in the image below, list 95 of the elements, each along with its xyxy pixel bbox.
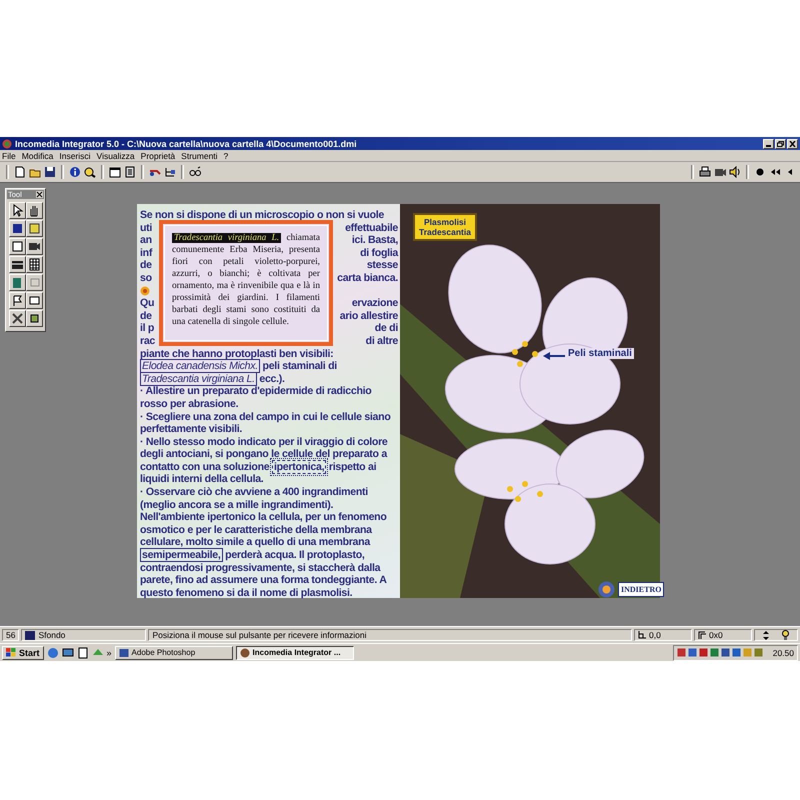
more-button[interactable]: » — [106, 648, 112, 658]
hand-icon[interactable] — [26, 202, 43, 219]
menu-item[interactable]: Modifica — [22, 150, 54, 160]
body-paragraph: · Allestire un preparato d'epidermide di radicchio rosso per abrasione. — [140, 385, 372, 410]
photo-title-label: Plasmolisi Tradescantia — [413, 213, 477, 241]
callout-label: Peli staminali — [566, 348, 634, 359]
body-paragraph: · Scegliere una zona del campo in cui le cellule siano perfettamente visibili. — [140, 410, 392, 436]
body-text: di altre — [366, 334, 398, 348]
body-text: an — [140, 234, 152, 247]
body-text: effettuabile — [345, 222, 398, 234]
page-number: 56 — [6, 630, 16, 640]
clock: 20.50 — [772, 648, 794, 658]
hyperlink[interactable]: ipertonica, — [272, 460, 326, 474]
body-text: de — [140, 259, 152, 272]
hyperlink[interactable]: semipermeabile, — [140, 548, 223, 562]
layer-swatch-icon — [25, 630, 36, 640]
body-text: stesse — [366, 259, 398, 272]
spin-arrows-icon[interactable] — [763, 630, 769, 640]
popup-text: Tradescantia virginiana L. chiamata comunemente Erba Miseria, presenta fiori con petali violetto-porpurei, azzurri, o bianchi; è coltivata per ornamento, ma è rinvenibile qua e là in prossimità dei giardini. I filamenti barbati degli stami sono costituiti da una catenella di singole cellule. — [172, 232, 320, 328]
pointer-icon[interactable] — [9, 202, 26, 219]
body-text: ario allestire — [340, 310, 398, 322]
record-icon[interactable] — [754, 166, 766, 178]
info-icon[interactable] — [69, 166, 81, 178]
body-paragraph: · Nello stesso modo indicato per il viraggio di colore degli antociani, si pongano le cellule del preparato a contatto con una soluzione ipertonica, rispetto ai liquidi interni della cellula. — [140, 436, 389, 486]
body-text: so — [140, 272, 152, 285]
grid-icon[interactable] — [26, 256, 43, 273]
body-text: Qu — [140, 297, 154, 310]
body-text: de di — [374, 322, 398, 335]
printer-icon[interactable] — [699, 166, 711, 178]
body-text: Se non si dispone di un microscopio o non si vuole — [140, 209, 385, 222]
video-icon[interactable] — [26, 238, 43, 255]
page-icon[interactable] — [124, 166, 136, 178]
body-text: rac — [140, 334, 156, 348]
taskbar-button[interactable]: Adobe Photoshop — [114, 646, 233, 660]
body-paragraph: Nell'ambiente ipertonico la cellula, per un fenomeno osmotico e per le caratteristiche della membrana cellulare, molto simile a quello di una membrana semipermeabile, perderà acqua. Il protoplasto, contraendosi progressivamente, si staccherà dalla parete, fino ad assumere una forma tondeggiante. A questo fenomeno si da il nome di plasmolisi. — [140, 511, 388, 600]
body-text: di foglia — [360, 246, 398, 260]
desktop-icon[interactable] — [62, 646, 74, 658]
menu-item[interactable]: Inserisci — [59, 150, 91, 160]
palette-close-icon[interactable] — [36, 191, 43, 198]
body-paragraph: · Osservare ciò che avviene a 400 ingrandimenti (meglio ancora se a mille ingrandimenti). — [140, 486, 369, 512]
body-text: ervazione — [352, 297, 398, 310]
color-icon[interactable] — [9, 220, 26, 237]
pointer-arrow — [543, 352, 565, 360]
notepad-icon[interactable] — [76, 646, 89, 658]
new-document-icon[interactable] — [14, 166, 26, 178]
screen-icon[interactable] — [26, 292, 43, 309]
menu-item[interactable]: ? — [224, 150, 228, 160]
position-value: 0,0 — [649, 630, 661, 640]
close-button[interactable] — [787, 138, 798, 148]
windows-logo-icon — [6, 648, 16, 657]
flag-icon[interactable] — [9, 292, 26, 309]
close-icon — [789, 140, 796, 146]
bulb-icon[interactable] — [782, 630, 789, 640]
glasses-icon[interactable] — [189, 166, 202, 178]
restore-icon — [777, 140, 784, 146]
size-icon — [698, 631, 706, 639]
window-icon[interactable] — [109, 166, 121, 178]
body-text: il p — [140, 322, 154, 335]
body-text: ici. Basta, — [352, 234, 398, 247]
body-text: de — [140, 310, 152, 322]
menu-item[interactable]: Visualizza — [96, 150, 135, 160]
app-icon — [2, 138, 12, 148]
round-marker-icon[interactable] — [140, 286, 150, 296]
preview-icon[interactable] — [84, 166, 96, 178]
table-icon[interactable] — [9, 256, 26, 273]
body-paragraph: piante che hanno protoplasti ben visibili: Elodea canadensis Michx. peli staminali di Tradescantia virginiana L. ecc.). — [140, 348, 338, 386]
hyperlink[interactable]: Elodea canadensis Michx. — [140, 359, 260, 374]
position-icon — [638, 631, 646, 639]
menu-item[interactable]: Strumenti — [181, 150, 218, 160]
puzzle-icon[interactable] — [26, 310, 43, 327]
rewind-icon[interactable] — [769, 166, 781, 178]
status-hint: Posiziona il mouse sul pulsante per ricevere informazioni — [152, 630, 366, 640]
layer-name: Sfondo — [38, 630, 66, 640]
body-text: carta bianca. — [337, 272, 398, 285]
round-logo-icon[interactable] — [598, 581, 615, 598]
menu-item[interactable]: Proprietà — [140, 150, 176, 160]
menu-item[interactable]: File — [2, 150, 16, 160]
speaker-icon[interactable] — [729, 166, 741, 178]
body-text: inf — [140, 246, 152, 260]
start-button[interactable]: Start — [2, 646, 44, 660]
text-frame-icon[interactable] — [9, 238, 26, 255]
window-title: Incomedia Integrator 5.0 - C:\Nuova cartella\nuova cartella 4\Documento001.dmi — [15, 138, 358, 148]
taskbar-button[interactable]: Incomedia Integrator ... — [236, 646, 354, 660]
camera-icon[interactable] — [714, 166, 726, 178]
image-icon[interactable] — [26, 220, 43, 237]
save-icon[interactable] — [44, 166, 56, 178]
back-button[interactable]: INDIETRO — [618, 582, 664, 597]
size-value: 0x0 — [709, 630, 723, 640]
app-window-icon — [118, 648, 129, 658]
hyperlink[interactable]: Tradescantia virginiana L. — [140, 372, 257, 386]
hierarchy-icon[interactable] — [164, 166, 176, 178]
tools-icon[interactable] — [9, 310, 26, 327]
restore-button[interactable] — [775, 138, 786, 148]
body-text: uti — [140, 222, 152, 234]
minimize-button[interactable] — [763, 138, 774, 148]
